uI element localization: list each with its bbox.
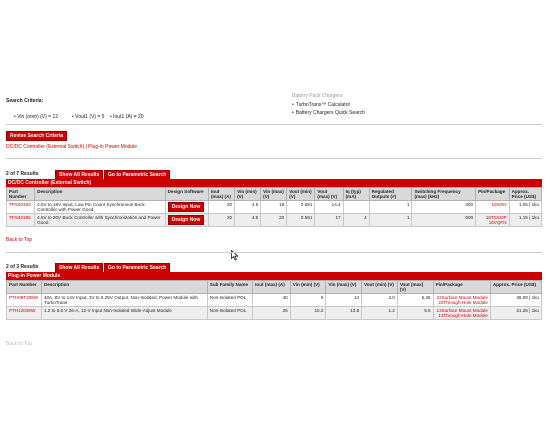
criteria-vout: • Vout1 (V) = 5 [72, 114, 105, 120]
col-pin-package[interactable]: Pin/Package [475, 187, 510, 201]
package-link[interactable]: 16TSSOP 16VQFN [486, 215, 507, 225]
iout-cell: 20 [208, 213, 236, 227]
col-iout[interactable]: Iout (max) (A) [208, 187, 236, 201]
iq-cell [342, 200, 370, 214]
col-price[interactable]: Approx. Price (US$) [489, 280, 543, 294]
vout-max-cell: 5.25 [396, 293, 434, 307]
section1-count: 2 of 7 Results [6, 171, 39, 177]
vin-max-cell: 20 [260, 213, 288, 227]
part-number-link[interactable]: TPS40193 [9, 202, 31, 207]
back-to-top-link[interactable]: Back to Top [6, 237, 32, 243]
outputs-cell: 1 [368, 213, 413, 227]
package-link[interactable]: 13Through-Hole Module [438, 313, 488, 318]
col-sub-family[interactable]: Sub Family Name [206, 280, 254, 294]
iout-cell: 20 [208, 200, 236, 214]
vin-max-cell: 18 [260, 200, 288, 214]
description-cell: 1.2 to 5.5 V 26-A, 12-V Input Non-Isolat… [40, 306, 208, 320]
description-cell: 40A, 8V to 14V Input, 3V to 5.25V Output… [40, 293, 208, 307]
description-cell: 4.5V to 18V Input, Low Pin Count Synchro… [34, 200, 166, 214]
vout-max-cell: 14.4 [314, 200, 344, 214]
col-vout-max[interactable]: Vout (max) (V) [396, 280, 434, 294]
price-cell: 1.05 | 1ku [508, 200, 543, 214]
vout-min-cell: 1.2 [361, 306, 398, 320]
vin-min-cell: 4.5 [234, 200, 262, 214]
col-switching-frequency[interactable]: Switching Frequency (max) (kHz) [411, 187, 477, 201]
design-now-button[interactable]: Design Now [167, 202, 205, 212]
price-cell: 36.00 | 1ku [489, 293, 543, 307]
col-description[interactable]: Description [34, 187, 166, 201]
fsw-cell: 300 [411, 200, 477, 214]
vin-min-cell: 8 [289, 293, 327, 307]
outputs-cell: 1 [368, 200, 413, 214]
price-cell: 21.25 | 1ku [489, 306, 543, 320]
vin-min-cell: 4.5 [234, 213, 262, 227]
package-link[interactable]: 22Through-Hole Module [438, 300, 488, 305]
section1-title-bar: DC/DC Controller (External Switch) [6, 179, 542, 187]
col-iout[interactable]: Iout (max) (A) [252, 280, 291, 294]
iq-cell: 4 [342, 213, 370, 227]
col-vout-max[interactable]: Vout (max) (V) [314, 187, 344, 201]
vin-max-cell: 14 [325, 293, 363, 307]
vout-min-cell: 0.591 [286, 200, 316, 214]
divider [6, 124, 542, 125]
description-cell: 4.5V to 20V Buck Controller with Synchro… [34, 213, 166, 227]
col-vin-max[interactable]: Vin (max) (V) [325, 280, 363, 294]
search-criteria-title: Search Criteria: [6, 98, 44, 104]
vout-max-cell: 17 [314, 213, 344, 227]
col-vin-min[interactable]: Vin (min) (V) [289, 280, 327, 294]
iout-cell: 40 [252, 293, 291, 307]
table-row: TPS40195 4.5V to 20V Buck Controller wit… [5, 213, 543, 227]
iout-cell: 26 [252, 306, 291, 320]
criteria-vin: • Vin (nom) (V) = 12 [14, 114, 59, 120]
col-vin-min[interactable]: Vin (min) (V) [234, 187, 262, 201]
revise-search-button[interactable]: Revise Search Criteria [6, 131, 68, 141]
table-row: PTH12030W 1.2 to 5.5 V 26-A, 12-V Input … [6, 306, 543, 320]
design-now-button[interactable]: Design Now [167, 215, 205, 225]
col-part-number[interactable]: Part Number [5, 187, 36, 201]
back-to-top-link[interactable]: Back to Top [6, 341, 32, 347]
price-cell: 1.15 | 1ku [508, 213, 543, 227]
criteria-iout: • Iout1 (A) = 20 [110, 114, 144, 120]
divider [6, 158, 542, 159]
part-number-link[interactable]: PTH12030W [9, 308, 35, 313]
vin-min-cell: 10.2 [289, 306, 327, 320]
section2-count: 2 of 3 Results [6, 264, 39, 270]
sidebar-partial-item: Battery Pack Chargers [292, 93, 343, 99]
sidebar-link-battery-chargers[interactable]: Battery Chargers Quick Search [292, 110, 365, 116]
fsw-cell: 600 [411, 213, 477, 227]
part-number-link[interactable]: TPS40195 [9, 215, 31, 220]
vout-min-cell: 3.0 [361, 293, 398, 307]
table-row: TPS40193 4.5V to 18V Input, Low Pin Coun… [5, 200, 543, 214]
vout-max-cell: 5.5 [396, 306, 434, 320]
part-number-link[interactable]: PTH08T205W [9, 295, 38, 300]
sub-family-cell: Non-Isolated POL [206, 306, 254, 320]
package-link[interactable]: 10SON [491, 202, 506, 207]
section2-title-bar: Plug-in Power Module [6, 272, 542, 280]
vin-max-cell: 13.8 [325, 306, 363, 320]
col-pin-package[interactable]: Pin/Package [432, 280, 491, 294]
col-description[interactable]: Description [40, 280, 208, 294]
col-part-number[interactable]: Part Number [6, 280, 42, 294]
section2-results-table: Part Number Description Sub Family Name … [6, 280, 543, 320]
col-vin-max[interactable]: Vin (max) (V) [260, 187, 288, 201]
sidebar-link-turbotrans[interactable]: TurboTrans™ Calculator [292, 102, 350, 108]
col-design-software[interactable]: Design Software [164, 187, 210, 201]
section-anchor-links[interactable]: DC/DC Controller (External Switch) | Plu… [6, 144, 137, 150]
table-row: PTH08T205W 40A, 8V to 14V Input, 3V to 5… [6, 293, 543, 307]
divider [6, 252, 542, 253]
col-regulated-outputs[interactable]: Regulated Outputs (#) [368, 187, 413, 201]
col-vout-min[interactable]: Vout (min) (V) [286, 187, 316, 201]
sub-family-cell: Non-Isolated POL [206, 293, 254, 307]
col-vout-min[interactable]: Vout (min) (V) [361, 280, 398, 294]
section1-results-table: Part Number Description Design Software … [5, 187, 543, 227]
vout-min-cell: 0.591 [286, 213, 316, 227]
col-price[interactable]: Approx. Price (US$) [508, 187, 543, 201]
col-iq[interactable]: Iq (typ) (mA) [342, 187, 370, 201]
